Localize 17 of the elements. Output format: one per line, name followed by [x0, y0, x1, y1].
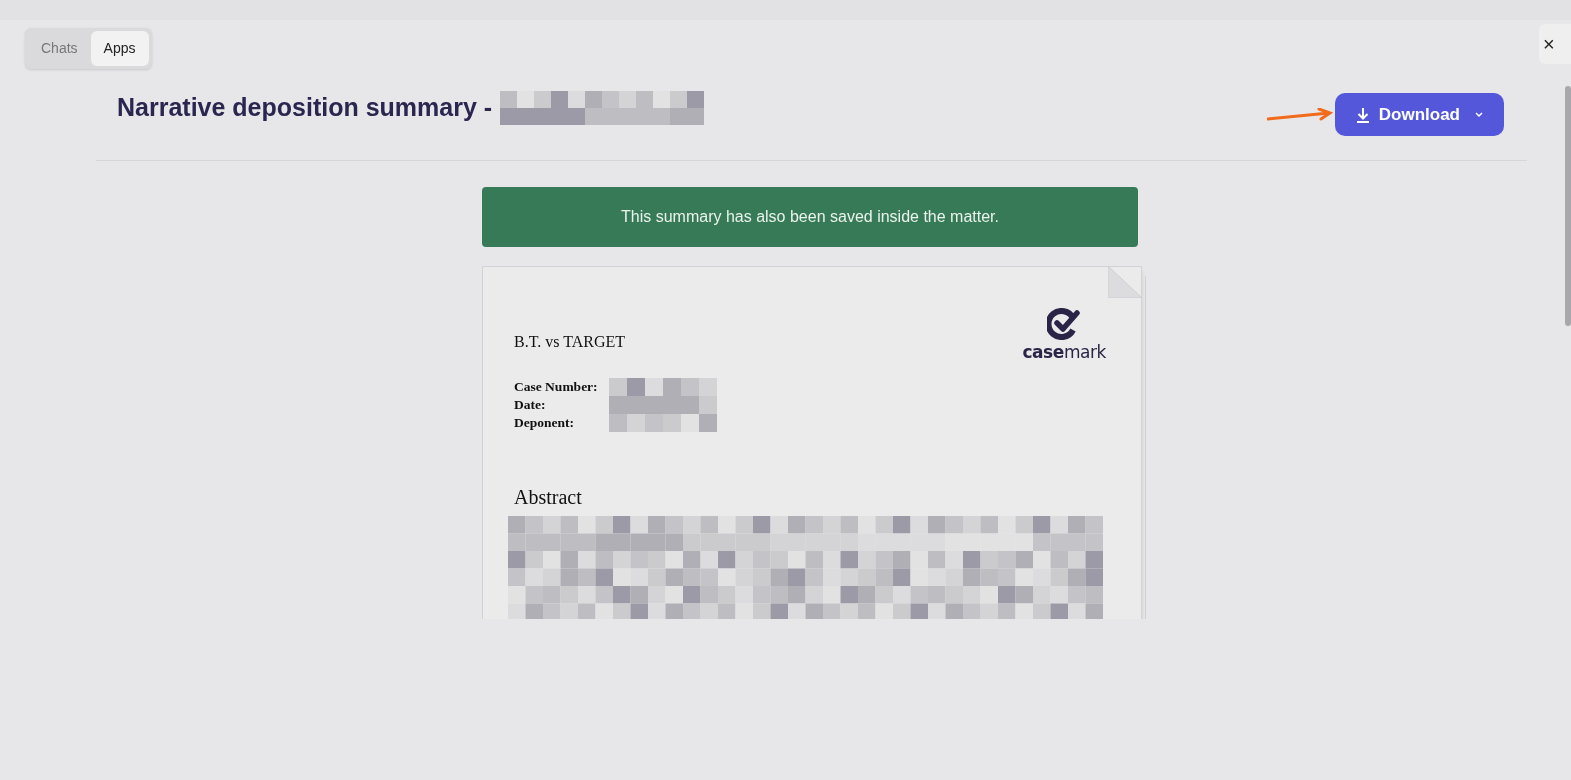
casemark-logo: casemark: [1022, 341, 1106, 364]
scrollbar[interactable]: [1565, 86, 1571, 326]
success-banner: This summary has also been saved inside the matter.: [482, 187, 1138, 247]
arrow-annotation: [1266, 107, 1333, 122]
download-icon: [1354, 106, 1371, 123]
chevron-down-icon: [1474, 110, 1484, 119]
tab[interactable]: Apps: [90, 31, 149, 66]
section-heading: Abstract: [514, 485, 583, 510]
field-label: Case Number:: [514, 378, 599, 396]
folded-corner-icon: [1108, 266, 1142, 298]
field-label: Deponent:: [514, 414, 575, 432]
case-title: B.T. vs TARGET: [514, 332, 626, 352]
check-logo-icon: [1047, 308, 1082, 340]
page-title: Narrative deposition summary -: [117, 91, 493, 123]
download-button[interactable]: Download: [1334, 93, 1504, 136]
close-button[interactable]: ×: [1539, 24, 1571, 64]
field-label: Date:: [514, 396, 547, 414]
